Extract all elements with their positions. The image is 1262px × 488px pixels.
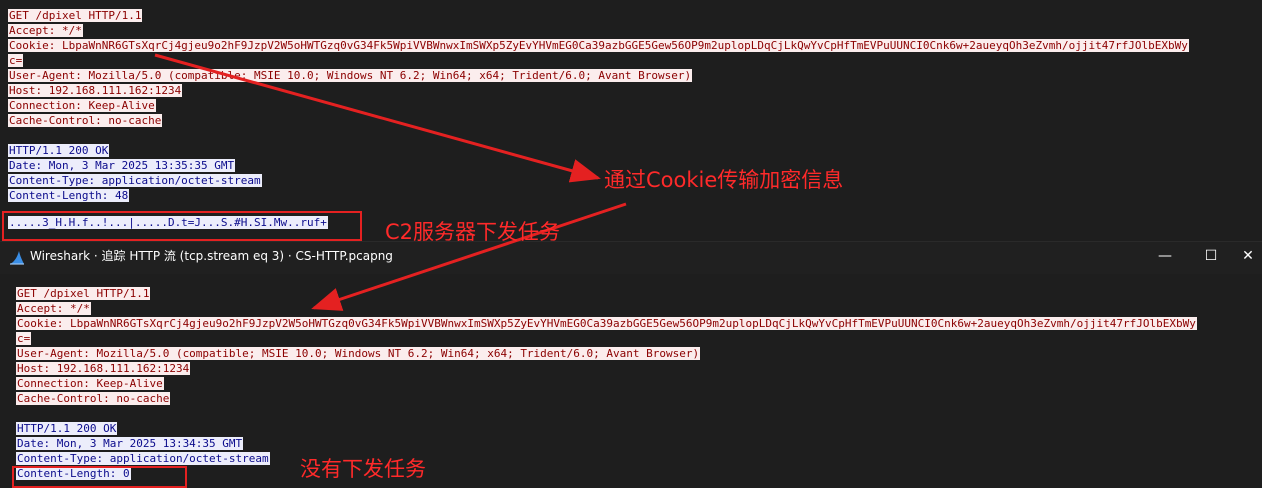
bottom-stream-pane[interactable]: GET /dpixel HTTP/1.1 Accept: */* Cookie:… [0, 281, 1262, 488]
close-button[interactable]: ✕ [1234, 242, 1262, 270]
request-line: c= [16, 332, 32, 345]
request-line: User-Agent: Mozilla/5.0 (compatible; MSI… [16, 347, 701, 360]
request-line: Cache-Control: no-cache [16, 392, 171, 405]
wireshark-fin-icon [10, 251, 24, 265]
response-line: Content-Length: 0 [16, 467, 131, 480]
request-line: Connection: Keep-Alive [8, 99, 156, 112]
request-line: Cookie: LbpaWnNR6GTsXqrCj4gjeu9o2hF9JzpV… [8, 39, 1189, 52]
response-line: Date: Mon, 3 Mar 2025 13:34:35 GMT [16, 437, 244, 450]
c2-task-annotation: C2服务器下发任务 [385, 220, 561, 244]
request-line: Cookie: LbpaWnNR6GTsXqrCj4gjeu9o2hF9JzpV… [16, 317, 1197, 330]
window-title: Wireshark · 追踪 HTTP 流 (tcp.stream eq 3) … [30, 249, 393, 263]
request-line: GET /dpixel HTTP/1.1 [16, 287, 151, 300]
window-title-bar[interactable]: Wireshark · 追踪 HTTP 流 (tcp.stream eq 3) … [0, 241, 1262, 274]
request-line: Accept: */* [8, 24, 83, 37]
request-line: Connection: Keep-Alive [16, 377, 164, 390]
content-length-highlight-box [12, 466, 187, 488]
response-line: Content-Type: application/octet-stream [16, 452, 270, 465]
request-line: GET /dpixel HTTP/1.1 [8, 9, 143, 22]
payload-highlight-box [2, 211, 362, 241]
response-line: HTTP/1.1 200 OK [16, 422, 118, 435]
request-line: User-Agent: Mozilla/5.0 (compatible; MSI… [8, 69, 693, 82]
top-stream-pane[interactable]: GET /dpixel HTTP/1.1 Accept: */* Cookie:… [0, 0, 1262, 240]
response-line: HTTP/1.1 200 OK [8, 144, 110, 157]
cookie-annotation: 通过Cookie传输加密信息 [604, 168, 844, 192]
minimize-button[interactable]: — [1142, 242, 1188, 270]
maximize-button[interactable]: ☐ [1188, 242, 1234, 270]
stream-text[interactable]: GET /dpixel HTTP/1.1 Accept: */* Cookie:… [16, 286, 1262, 481]
request-line: Host: 192.168.111.162:1234 [8, 84, 183, 97]
request-line: c= [8, 54, 24, 67]
request-line: Accept: */* [16, 302, 91, 315]
no-task-annotation: 没有下发任务 [300, 457, 426, 481]
request-line: Cache-Control: no-cache [8, 114, 163, 127]
request-line: Host: 192.168.111.162:1234 [16, 362, 191, 375]
stream-text[interactable]: GET /dpixel HTTP/1.1 Accept: */* Cookie:… [8, 8, 1262, 230]
